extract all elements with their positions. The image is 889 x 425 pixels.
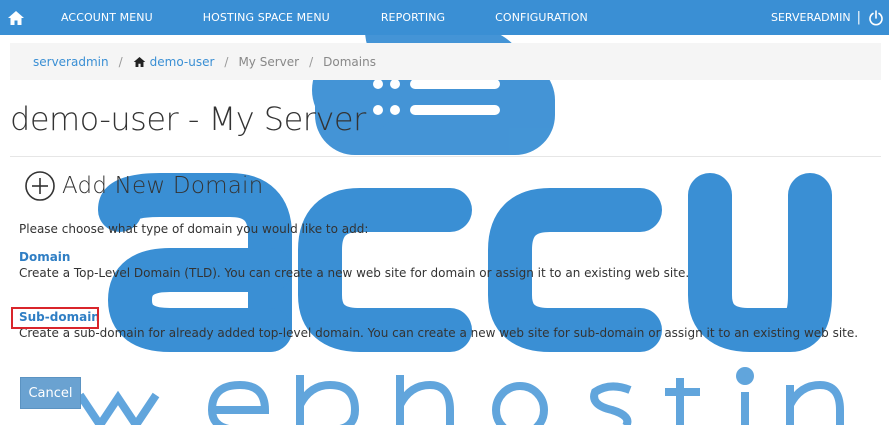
breadcrumb-serveradmin[interactable]: serveradmin (33, 55, 109, 69)
nav-separator: | (856, 10, 861, 25)
breadcrumb: serveradmin / demo-user / My Server / Do… (10, 43, 881, 80)
breadcrumb-demo-user[interactable]: demo-user (150, 55, 215, 69)
cancel-button[interactable]: Cancel (20, 377, 81, 409)
nav-hosting-space-menu[interactable]: HOSTING SPACE MENU (203, 11, 330, 24)
breadcrumb-my-server[interactable]: My Server (238, 55, 299, 69)
page-title: demo-user - My Server (10, 100, 366, 138)
breadcrumb-domains: Domains (323, 54, 376, 69)
intro-text: Please choose what type of domain you wo… (19, 222, 369, 236)
nav-configuration[interactable]: CONFIGURATION (495, 11, 588, 24)
title-divider (10, 156, 881, 157)
breadcrumb-separator: / (118, 54, 123, 69)
nav-user-area: SERVERADMIN | (771, 9, 889, 27)
home-icon (8, 10, 24, 25)
sub-domain-option-link[interactable]: Sub-domain (19, 310, 100, 324)
power-icon (869, 9, 883, 25)
home-icon (133, 56, 145, 67)
logout-button[interactable] (867, 9, 885, 27)
home-button[interactable] (0, 0, 32, 35)
section-header: Add New Domain (24, 170, 263, 202)
section-title: Add New Domain (62, 173, 264, 199)
nav-reporting[interactable]: REPORTING (381, 11, 445, 24)
top-navigation-bar: ACCOUNT MENU HOSTING SPACE MENU REPORTIN… (0, 0, 889, 35)
plus-circle-icon (25, 171, 55, 201)
domain-option-link[interactable]: Domain (19, 250, 70, 264)
nav-account-menu[interactable]: ACCOUNT MENU (61, 11, 153, 24)
breadcrumb-separator: / (309, 54, 314, 69)
breadcrumb-home-icon-wrap (133, 56, 146, 68)
breadcrumb-separator: / (224, 54, 229, 69)
nav-user-name[interactable]: SERVERADMIN (771, 11, 851, 24)
domain-option-description: Create a Top-Level Domain (TLD). You can… (19, 266, 690, 280)
sub-domain-option-description: Create a sub-domain for already added to… (19, 326, 859, 340)
